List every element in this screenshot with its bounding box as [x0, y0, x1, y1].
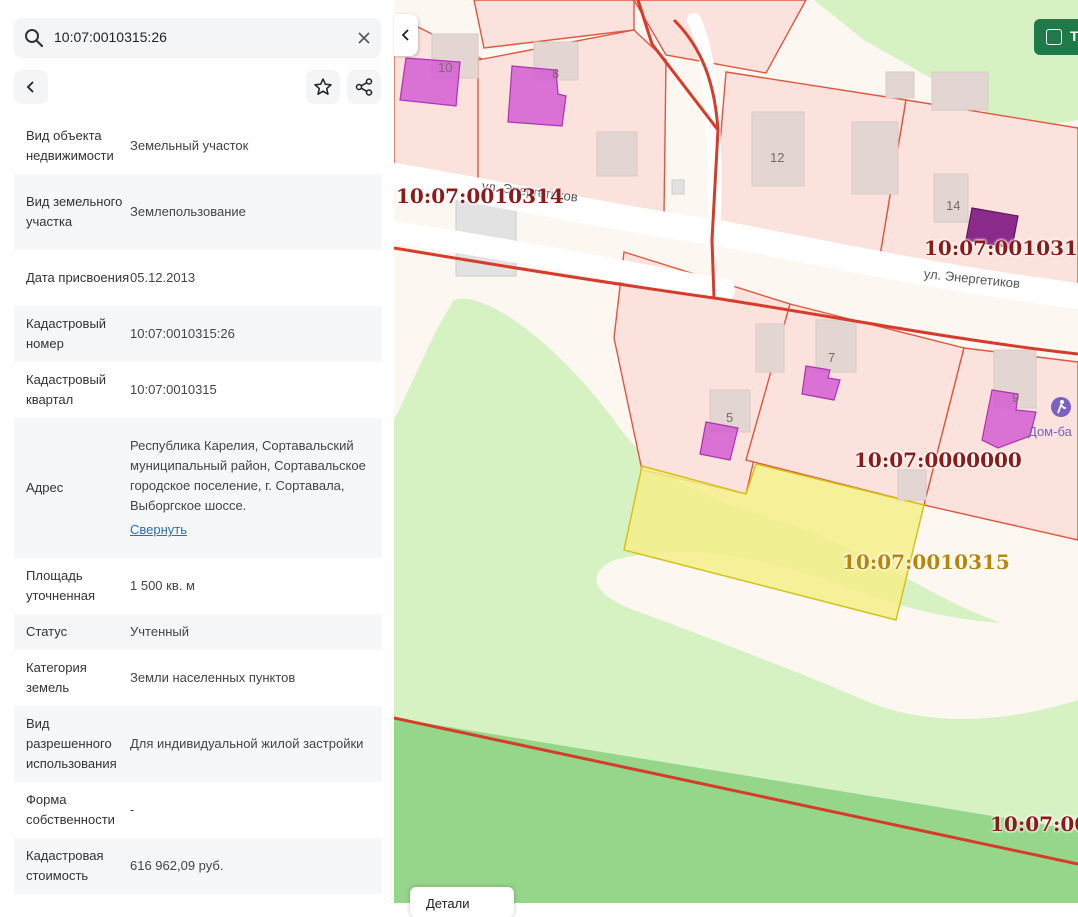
checkbox-icon [1046, 29, 1062, 45]
info-sidebar: 10:07:0010315:26 Вид объекта недвижимост… [0, 0, 394, 903]
cadastral-label: 10:07:001031 [924, 236, 1078, 260]
cadastral-label: 10:07:0000000 [854, 448, 1022, 472]
property-row: Вид объекта недвижимости Земельный участ… [14, 118, 382, 174]
search-box[interactable]: 10:07:0010315:26 [14, 18, 381, 58]
house-number: 12 [770, 150, 785, 165]
property-label: Вид объекта недвижимости [26, 128, 114, 163]
property-label: Площадь уточненная [26, 568, 96, 603]
property-value: Для индивидуальной жилой застройки [130, 736, 364, 751]
collapse-panel-button[interactable] [394, 14, 418, 56]
property-value: 05.12.2013 [130, 270, 196, 285]
layer-toggle-label: Т [1070, 28, 1078, 44]
property-label: Адрес [26, 480, 64, 495]
property-row: Адрес Республика Карелия, Сортавальский … [14, 418, 382, 558]
map-view[interactable]: 10 8 12 14 7 5 9 ул. Энергетиков ул. Эне… [394, 0, 1078, 903]
property-value: Землепользование [130, 204, 246, 219]
property-label: Кадастровый номер [26, 316, 107, 351]
property-row: Статус Учтенный [14, 614, 382, 650]
cadastral-label: 10:07:0010314 [396, 184, 564, 208]
property-row: Кадастровый номер 10:07:0010315:26 [14, 306, 382, 362]
address-text: Республика Карелия, Сортавальский муници… [130, 438, 366, 513]
property-label: Вид разрешенного использования [26, 716, 117, 771]
favorite-button[interactable] [306, 70, 340, 104]
house-number: 9 [1012, 390, 1020, 405]
property-value: Республика Карелия, Сортавальский муници… [130, 436, 382, 540]
poi-label[interactable]: Дом-ба [1028, 424, 1072, 439]
property-value: Земли населенных пунктов [130, 670, 296, 685]
property-label: Вид земельного участка [26, 194, 123, 229]
property-list: Вид объекта недвижимости Земельный участ… [14, 118, 382, 894]
property-value: 616 962,09 руб. [130, 858, 224, 873]
property-row: Кадастровый квартал 10:07:0010315 [14, 362, 382, 418]
property-label: Категория земель [26, 660, 87, 695]
cadastral-label-selected: 10:07:0010315 [842, 550, 1010, 574]
details-button-label: Детали [426, 896, 470, 911]
property-label: Дата присвоения [26, 270, 130, 285]
collapse-address-link[interactable]: Свернуть [130, 520, 372, 540]
house-number: 5 [726, 410, 734, 425]
property-label: Статус [26, 624, 68, 639]
search-input[interactable]: 10:07:0010315:26 [54, 29, 167, 45]
poi-icon[interactable] [1050, 396, 1072, 418]
chevron-left-icon [401, 29, 409, 41]
property-row: Площадь уточненная 1 500 кв. м [14, 558, 382, 614]
property-label: Кадастровый квартал [26, 372, 107, 407]
chevron-left-icon [26, 81, 34, 93]
back-button[interactable] [14, 70, 48, 104]
property-row: Категория земель Земли населенных пункто… [14, 650, 382, 706]
property-value: 10:07:0010315 [130, 382, 217, 397]
search-icon [25, 29, 44, 48]
property-label: Форма собственности [26, 792, 115, 827]
layer-toggle-button[interactable]: Т [1034, 19, 1078, 55]
property-row: Вид разрешенного использования Для индив… [14, 706, 382, 782]
property-label: Кадастровая стоимость [26, 848, 104, 883]
star-icon [314, 78, 332, 95]
cadastral-label: 10:07:00 [990, 812, 1078, 836]
property-value: - [130, 802, 135, 817]
details-button[interactable]: Детали [410, 887, 514, 917]
house-number: 10 [438, 60, 453, 75]
share-button[interactable] [347, 70, 381, 104]
property-value: Земельный участок [130, 138, 249, 153]
property-row: Форма собственности - [14, 782, 382, 838]
property-value: Учтенный [130, 624, 190, 639]
house-number: 8 [552, 66, 560, 81]
property-value: 1 500 кв. м [130, 578, 195, 593]
property-row: Дата присвоения 05.12.2013 [14, 250, 382, 306]
house-number: 7 [828, 350, 836, 365]
close-icon[interactable] [355, 29, 373, 47]
property-row: Вид земельного участка Землепользование [14, 174, 382, 250]
share-icon [355, 78, 373, 96]
property-value: 10:07:0010315:26 [130, 326, 235, 341]
house-number: 14 [946, 198, 961, 213]
property-row: Кадастровая стоимость 616 962,09 руб. [14, 838, 382, 894]
